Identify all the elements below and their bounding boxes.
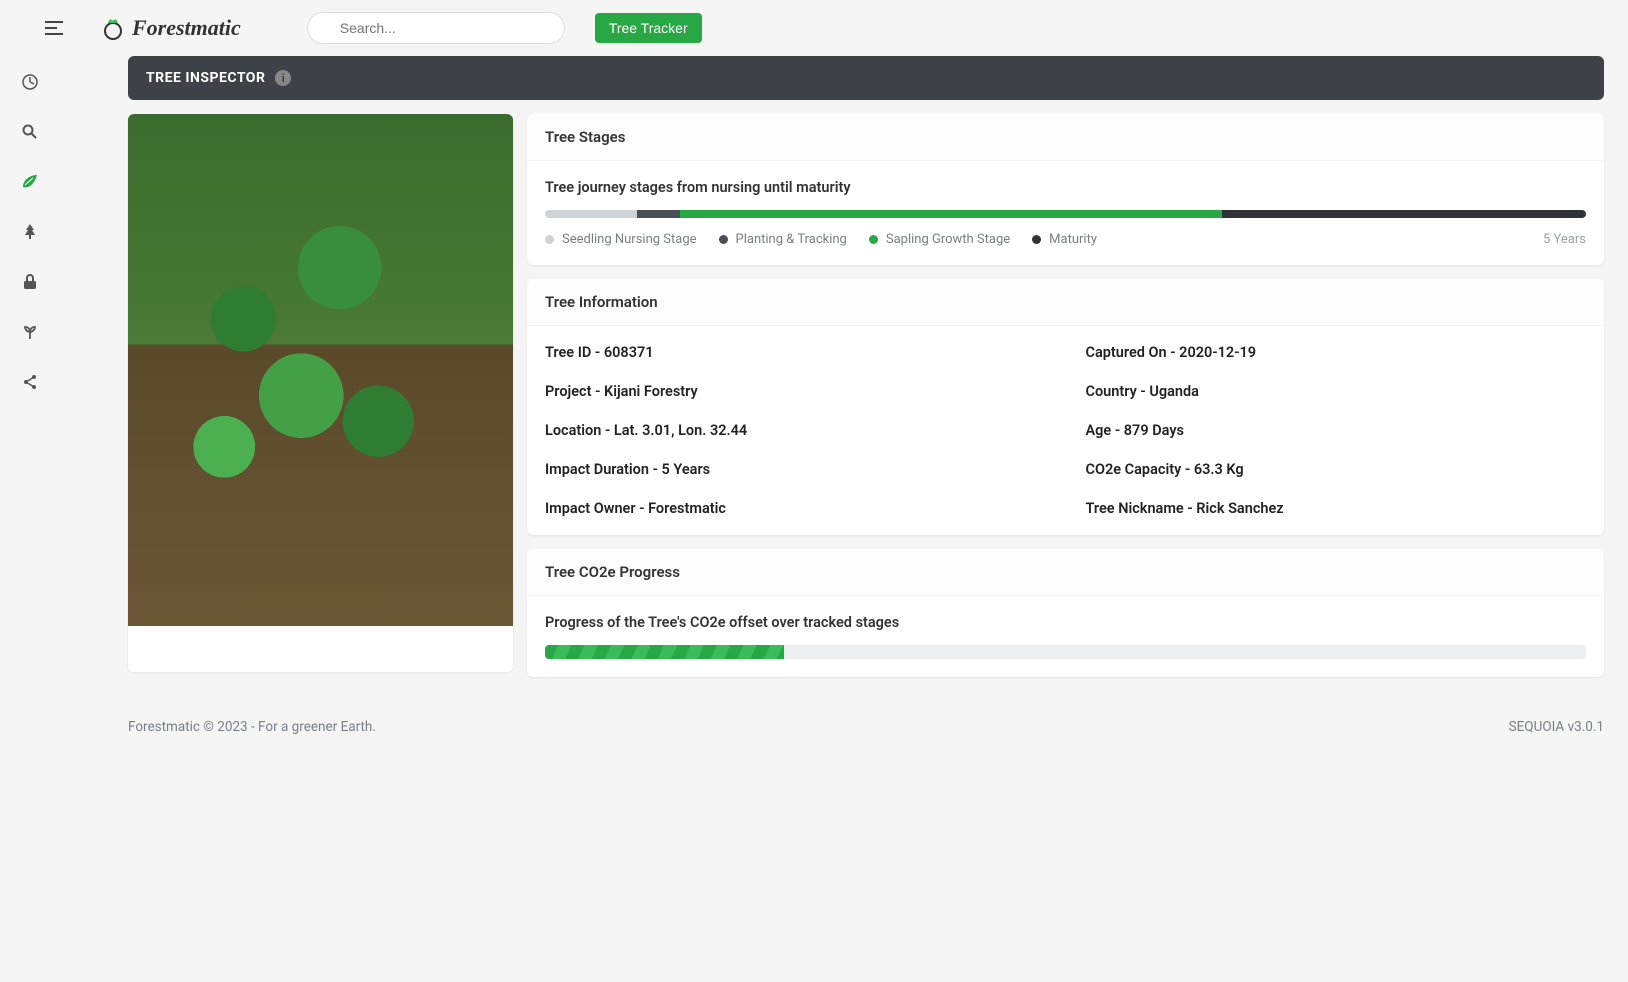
info-co2-capacity: CO2e Capacity - 63.3 Kg [1086,461,1587,478]
dot-maturity-icon [1032,235,1041,244]
stage-seg-nursing [545,210,637,218]
sidebar [0,56,60,701]
app-logo[interactable]: Forestmatic [100,15,241,41]
share-icon[interactable] [12,364,48,400]
stages-card-title: Tree Stages [527,114,1604,161]
info-impact-duration: Impact Duration - 5 Years [545,461,1046,478]
logo-text: Forestmatic [132,15,241,41]
tree-info-card: Tree Information Tree ID - 608371 Captur… [527,279,1604,535]
forest-icon[interactable] [12,214,48,250]
dot-sapling-icon [869,235,878,244]
footer: Forestmatic © 2023 - For a greener Earth… [0,701,1628,753]
legend-maturity-label: Maturity [1049,232,1097,247]
info-location: Location - Lat. 3.01, Lon. 32.44 [545,422,1046,439]
info-tree-id: Tree ID - 608371 [545,344,1046,361]
hamburger-menu[interactable] [24,21,84,35]
stages-subtitle: Tree journey stages from nursing until m… [545,179,1586,196]
page-header: TREE INSPECTOR i [128,56,1604,100]
footer-right: SEQUOIA v3.0.1 [1509,719,1604,735]
legend-planting-label: Planting & Tracking [736,232,847,247]
topbar: Forestmatic Tree Tracker [0,0,1628,56]
stage-legend: Seedling Nursing Stage Planting & Tracki… [545,232,1586,247]
info-card-title: Tree Information [527,279,1604,326]
dot-planting-icon [719,235,728,244]
co2-progress-bar [545,645,1586,659]
leaf-icon[interactable] [12,164,48,200]
co2-subtitle: Progress of the Tree's CO2e offset over … [545,614,1586,631]
tree-image-card [128,114,513,672]
info-impact-owner: Impact Owner - Forestmatic [545,500,1046,517]
legend-planting: Planting & Tracking [719,232,847,247]
info-icon[interactable]: i [275,70,291,86]
co2-progress-card: Tree CO2e Progress Progress of the Tree'… [527,549,1604,677]
search-input[interactable] [307,12,565,44]
stage-duration-label: 5 Years [1543,232,1586,247]
info-age: Age - 879 Days [1086,422,1587,439]
logo-icon [100,15,126,41]
footer-left: Forestmatic © 2023 - For a greener Earth… [128,719,376,735]
legend-nursing: Seedling Nursing Stage [545,232,697,247]
dashboard-icon[interactable] [12,64,48,100]
stage-seg-maturity [1222,210,1586,218]
legend-sapling-label: Sapling Growth Stage [886,232,1010,247]
legend-sapling: Sapling Growth Stage [869,232,1010,247]
info-tree-nickname: Tree Nickname - Rick Sanchez [1086,500,1587,517]
tree-stages-card: Tree Stages Tree journey stages from nur… [527,114,1604,265]
co2-card-title: Tree CO2e Progress [527,549,1604,596]
sprout-icon[interactable] [12,314,48,350]
lock-icon[interactable] [12,264,48,300]
stage-progress-bar [545,210,1586,218]
tree-tracker-button[interactable]: Tree Tracker [595,13,702,43]
stage-seg-planting [637,210,681,218]
dot-nursing-icon [545,235,554,244]
legend-nursing-label: Seedling Nursing Stage [562,232,697,247]
stage-seg-sapling [680,210,1221,218]
page-title: TREE INSPECTOR [146,70,265,86]
info-country: Country - Uganda [1086,383,1587,400]
legend-maturity: Maturity [1032,232,1097,247]
info-captured-on: Captured On - 2020-12-19 [1086,344,1587,361]
main-content: TREE INSPECTOR i Tree Stages Tree journe… [60,56,1628,701]
tree-photo [128,114,513,626]
co2-progress-fill [545,645,784,659]
info-project: Project - Kijani Forestry [545,383,1046,400]
search-wrap [307,12,565,44]
search-nav-icon[interactable] [12,114,48,150]
info-grid: Tree ID - 608371 Captured On - 2020-12-1… [545,344,1586,517]
